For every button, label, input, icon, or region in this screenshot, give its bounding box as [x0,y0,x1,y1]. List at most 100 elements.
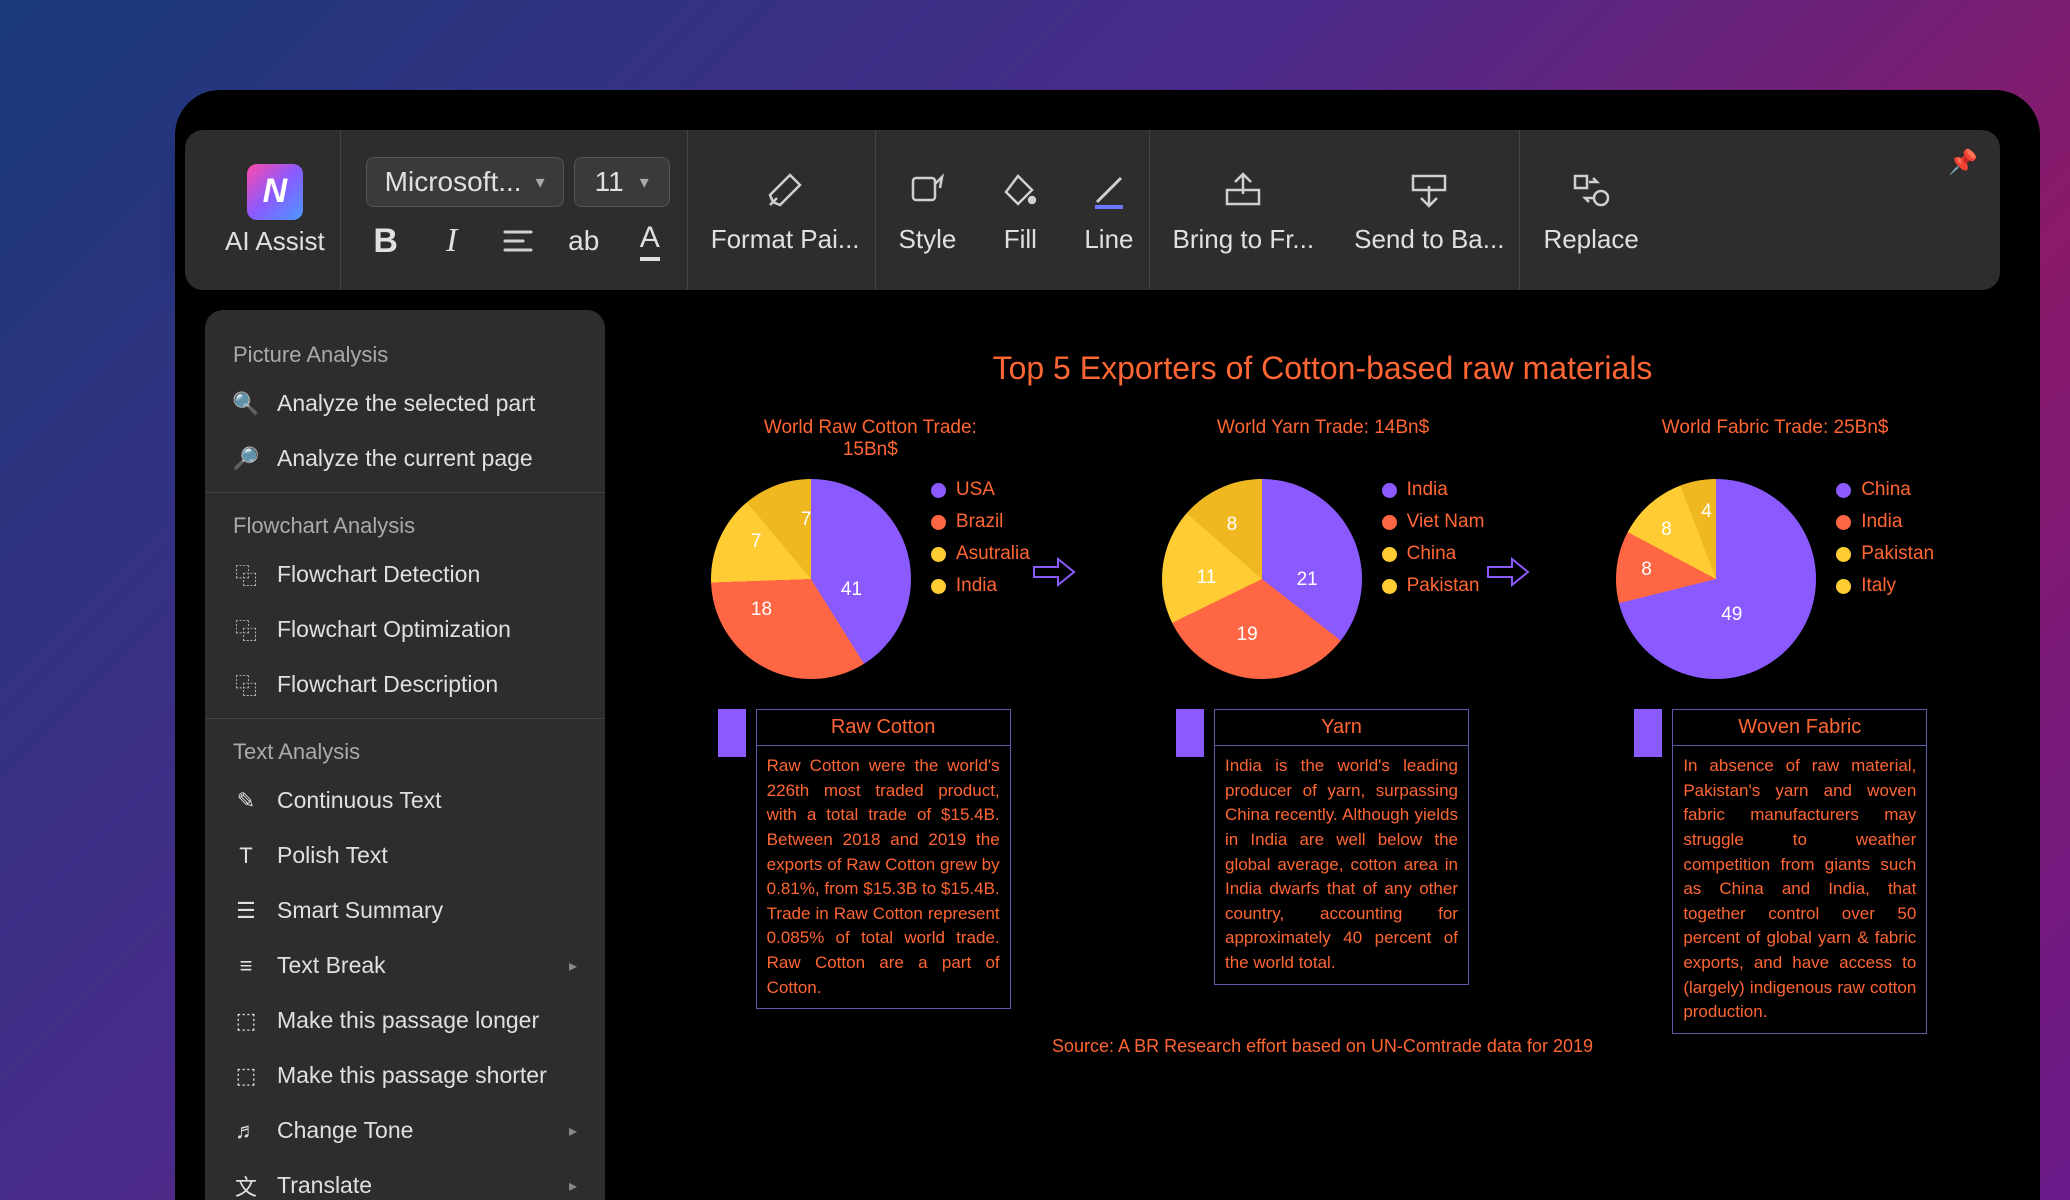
legend-item: China [1382,543,1485,565]
continuous-text-item[interactable]: ✎ Continuous Text [205,773,605,828]
text-break-item[interactable]: ≡ Text Break ▸ [205,938,605,993]
purple-marker [1176,709,1204,757]
chart-title: World Raw Cotton Trade: 15Bn$ [755,417,985,465]
content-area: Top 5 Exporters of Cotton-based raw mate… [645,350,2000,1200]
format-painter-section: Format Pai... [696,130,876,290]
font-name-dropdown[interactable]: Microsoft... ▾ [366,157,564,207]
ai-assist-section: N AI Assist [210,130,341,290]
shorter-icon: ⬚ [233,1063,259,1089]
format-painter-button[interactable]: Format Pai... [711,166,860,255]
legend: India Viet Nam China Pakistan [1382,479,1485,597]
analyze-current-page-item[interactable]: 🔎 Analyze the current page [205,431,605,486]
bold-button[interactable]: B [364,219,408,263]
text-box-raw-cotton: Raw Cotton Raw Cotton were the world's 2… [718,709,1011,1034]
polish-text-icon: T [233,843,259,869]
style-button[interactable]: Style [899,166,957,255]
style-icon [903,166,951,214]
italic-button[interactable]: I [430,219,474,263]
chevron-right-icon: ▸ [569,1176,577,1196]
pin-icon[interactable]: 📌 [1948,148,1978,177]
line-icon [1085,166,1133,214]
style-fill-line-section: Style Fill Line [884,130,1150,290]
page-title: Top 5 Exporters of Cotton-based raw mate… [645,350,2000,387]
bring-to-front-button[interactable]: Bring to Fr... [1173,166,1315,255]
text-box-body: In absence of raw material, Pakistan's y… [1673,746,1926,1033]
chevron-right-icon: ▸ [569,956,577,976]
chart-raw-cotton: World Raw Cotton Trade: 15Bn$ 41 18 7 7 … [711,417,1030,679]
legend: China India Pakistan Italy [1836,479,1934,597]
fill-button[interactable]: Fill [996,166,1044,255]
replace-section: Replace [1528,130,1653,290]
flowchart-detection-item[interactable]: ⿻ Flowchart Detection [205,547,605,602]
text-break-icon: ≡ [233,953,259,979]
font-name-label: Microsoft... [385,166,522,198]
text-box-woven-fabric: Woven Fabric In absence of raw material,… [1634,709,1927,1034]
chevron-down-icon: ▾ [640,172,649,193]
app-window: 📌 N AI Assist Microsoft... ▾ 11 ▾ B I [175,90,2040,1200]
ai-assist-panel: Picture Analysis 🔍 Analyze the selected … [205,310,605,1200]
legend-item: Pakistan [1836,543,1934,565]
chart-yarn: World Yarn Trade: 14Bn$ 21 19 11 8 India… [1162,417,1485,679]
legend-item: India [1382,479,1485,501]
make-shorter-item[interactable]: ⬚ Make this passage shorter [205,1048,605,1103]
replace-button[interactable]: Replace [1543,166,1638,255]
fill-icon [996,166,1044,214]
text-box-title: Woven Fabric [1673,710,1926,746]
chart-fabric: World Fabric Trade: 25Bn$ 49 8 8 4 China… [1616,417,1934,679]
arrow-icon [1486,557,1530,587]
legend-item: India [1836,511,1934,533]
continuous-text-icon: ✎ [233,788,259,814]
chevron-right-icon: ▸ [569,1121,577,1141]
divider [205,492,605,493]
analyze-selected-part-item[interactable]: 🔍 Analyze the selected part [205,376,605,431]
text-box-body: India is the world's leading producer of… [1215,746,1468,984]
legend-item: Asutralia [931,543,1030,565]
legend-item: Italy [1836,575,1934,597]
flowchart-description-item[interactable]: ⿻ Flowchart Description [205,657,605,712]
brush-icon [761,166,809,214]
divider [205,718,605,719]
align-button[interactable] [496,219,540,263]
translate-icon: 文 [233,1173,259,1199]
legend-item: India [931,575,1030,597]
arrow-icon [1032,557,1076,587]
source-note: Source: A BR Research effort based on UN… [645,1036,2000,1057]
polish-text-item[interactable]: T Polish Text [205,828,605,883]
legend-item: Pakistan [1382,575,1485,597]
text-analysis-header: Text Analysis [205,725,605,773]
format-painter-label: Format Pai... [711,224,860,255]
translate-item[interactable]: 文 Translate ▸ [205,1158,605,1200]
pie-chart: 21 19 11 8 [1162,479,1362,679]
replace-icon [1567,166,1615,214]
make-longer-item[interactable]: ⬚ Make this passage longer [205,993,605,1048]
text-box-body: Raw Cotton were the world's 226th most t… [757,746,1010,1008]
legend-item: Viet Nam [1382,511,1485,533]
send-to-back-button[interactable]: Send to Ba... [1354,166,1504,255]
toolbar: 📌 N AI Assist Microsoft... ▾ 11 ▾ B I [185,130,2000,290]
flowchart-detect-icon: ⿻ [233,562,259,588]
text-boxes-row: Raw Cotton Raw Cotton were the world's 2… [645,709,2000,1034]
ai-assist-label: AI Assist [225,226,325,257]
flowchart-describe-icon: ⿻ [233,672,259,698]
flowchart-optimization-item[interactable]: ⿻ Flowchart Optimization [205,602,605,657]
legend-item: USA [931,479,1030,501]
font-color-button[interactable]: A [628,219,672,263]
font-size-dropdown[interactable]: 11 ▾ [574,157,670,207]
line-button[interactable]: Line [1084,166,1133,255]
legend: USA Brazil Asutralia India [931,479,1030,597]
chevron-down-icon: ▾ [536,172,545,193]
send-back-icon [1405,166,1453,214]
purple-marker [718,709,746,757]
arrange-section: Bring to Fr... Send to Ba... [1158,130,1521,290]
text-box-title: Raw Cotton [757,710,1010,746]
pie-chart: 49 8 8 4 [1616,479,1816,679]
change-tone-item[interactable]: ♬ Change Tone ▸ [205,1103,605,1158]
flowchart-optimize-icon: ⿻ [233,617,259,643]
chart-title: World Fabric Trade: 25Bn$ [1662,417,1889,465]
text-box-title: Yarn [1215,710,1468,746]
ai-assist-button[interactable]: N AI Assist [225,164,325,257]
charts-row: World Raw Cotton Trade: 15Bn$ 41 18 7 7 … [645,417,2000,679]
text-highlight-button[interactable]: ab [562,219,606,263]
smart-summary-item[interactable]: ☰ Smart Summary [205,883,605,938]
chart-title: World Yarn Trade: 14Bn$ [1217,417,1429,465]
